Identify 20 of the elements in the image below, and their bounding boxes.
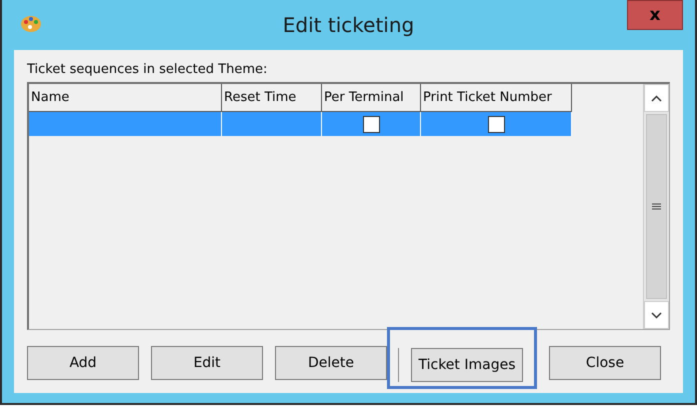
separator [398, 348, 399, 382]
scrollbar[interactable] [643, 84, 669, 329]
list-label: Ticket sequences in selected Theme: [27, 62, 268, 77]
dialog-button[interactable]: Add [27, 346, 139, 380]
dialog-button[interactable]: Delete [275, 346, 387, 380]
dialog-button[interactable]: Ticket Images [411, 348, 523, 382]
window-title: Edit ticketing [282, 13, 416, 37]
column-header[interactable]: Reset Time [222, 84, 322, 112]
column-header[interactable]: Name [29, 84, 222, 112]
grip-icon[interactable] [652, 203, 661, 210]
dialog-button[interactable]: Close [549, 346, 661, 380]
column-header[interactable]: Print Ticket Number [421, 84, 572, 112]
dialog-button[interactable]: Edit [151, 346, 263, 380]
palette-icon [20, 14, 42, 34]
checkbox[interactable] [362, 116, 380, 132]
window-close-button[interactable]: x [627, 0, 683, 30]
table-cell[interactable] [29, 112, 222, 136]
column-header[interactable]: Per Terminal [322, 84, 421, 112]
checkbox[interactable] [488, 116, 504, 132]
table-cell[interactable] [222, 112, 322, 136]
